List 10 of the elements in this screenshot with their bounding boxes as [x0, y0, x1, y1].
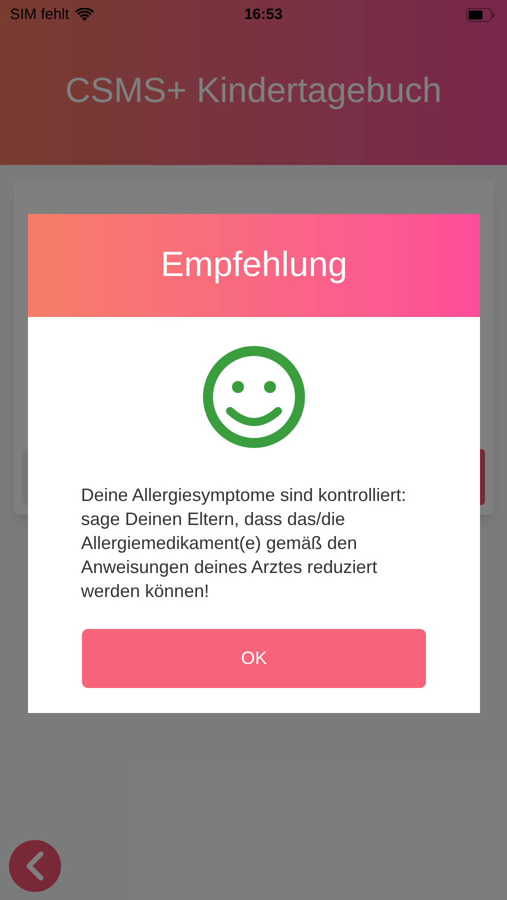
dialog-title: Empfehlung — [160, 244, 348, 286]
back-button[interactable] — [9, 840, 61, 892]
dialog-message: Deine Allergiesymptome sind kontrolliert: sage Deinen Eltern, dass das/die Allergiemedikament(e) gemäß den Anweisungen deines Arztes reduziert werden können! — [81, 484, 408, 603]
wifi-icon — [75, 8, 94, 22]
ok-button[interactable]: OK — [82, 629, 426, 688]
app-title: CSMS+ Kindertagebuch — [65, 70, 442, 112]
carrier-label: SIM fehlt — [10, 4, 70, 25]
chevron-left-icon — [25, 851, 45, 881]
smiley-icon — [202, 345, 306, 449]
clock-label: 16:53 — [244, 4, 283, 25]
